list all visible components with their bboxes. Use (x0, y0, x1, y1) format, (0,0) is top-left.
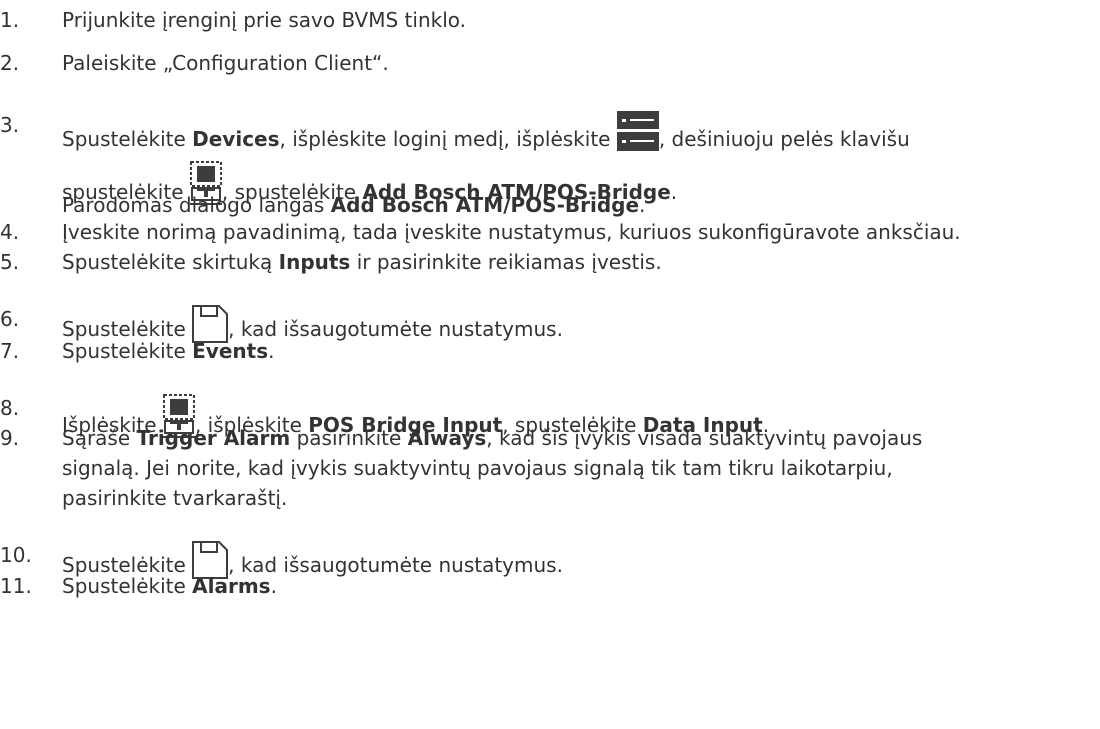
step-9-line-2: signalą. Jei norite, kad įvykis suaktyvi… (62, 456, 893, 480)
dialog-name-label: Add Bosch ATM/POS-Bridge (330, 193, 640, 217)
step-number: 1. (0, 8, 20, 32)
step-number: 5. (0, 250, 20, 274)
alarms-label: Alarms (192, 574, 271, 598)
step-number: 4. (0, 220, 20, 244)
step-text: Spustelėkite skirtuką Inputs ir pasirink… (62, 250, 662, 274)
step-number: 7. (0, 339, 20, 363)
step-3-result: Parodomas dialogo langas Add Bosch ATM/P… (62, 193, 646, 217)
instruction-page: 1. Prijunkite įrenginį prie savo BVMS ti… (0, 0, 1100, 729)
step-number: 10. (0, 543, 32, 567)
step-number: 9. (0, 426, 20, 450)
step-number: 3. (0, 113, 20, 137)
step-number: 11. (0, 574, 32, 598)
device-tree-icon (616, 111, 659, 151)
step-9-line-3: pasirinkite tvarkaraštį. (62, 486, 288, 510)
inputs-tab-label: Inputs (278, 250, 351, 274)
step-text: Spustelėkite Events. (62, 339, 275, 363)
events-label: Events (192, 339, 269, 363)
always-option-label: Always (407, 426, 487, 450)
devices-label: Devices (192, 127, 280, 151)
step-text: Sąraše Trigger Alarm pasirinkite Always,… (62, 426, 923, 450)
step-text: Spustelėkite Devices, išplėskite loginį … (62, 111, 910, 153)
step-text: Paleiskite „Configuration Client“. (62, 51, 389, 75)
step-number: 2. (0, 51, 20, 75)
step-text: Įveskite norimą pavadinimą, tada įveskit… (62, 220, 961, 244)
step-text: Spustelėkite Alarms. (62, 574, 277, 598)
step-number: 8. (0, 396, 20, 420)
trigger-alarm-label: Trigger Alarm (136, 426, 291, 450)
step-number: 6. (0, 307, 20, 331)
step-text: Prijunkite įrenginį prie savo BVMS tinkl… (62, 8, 466, 32)
